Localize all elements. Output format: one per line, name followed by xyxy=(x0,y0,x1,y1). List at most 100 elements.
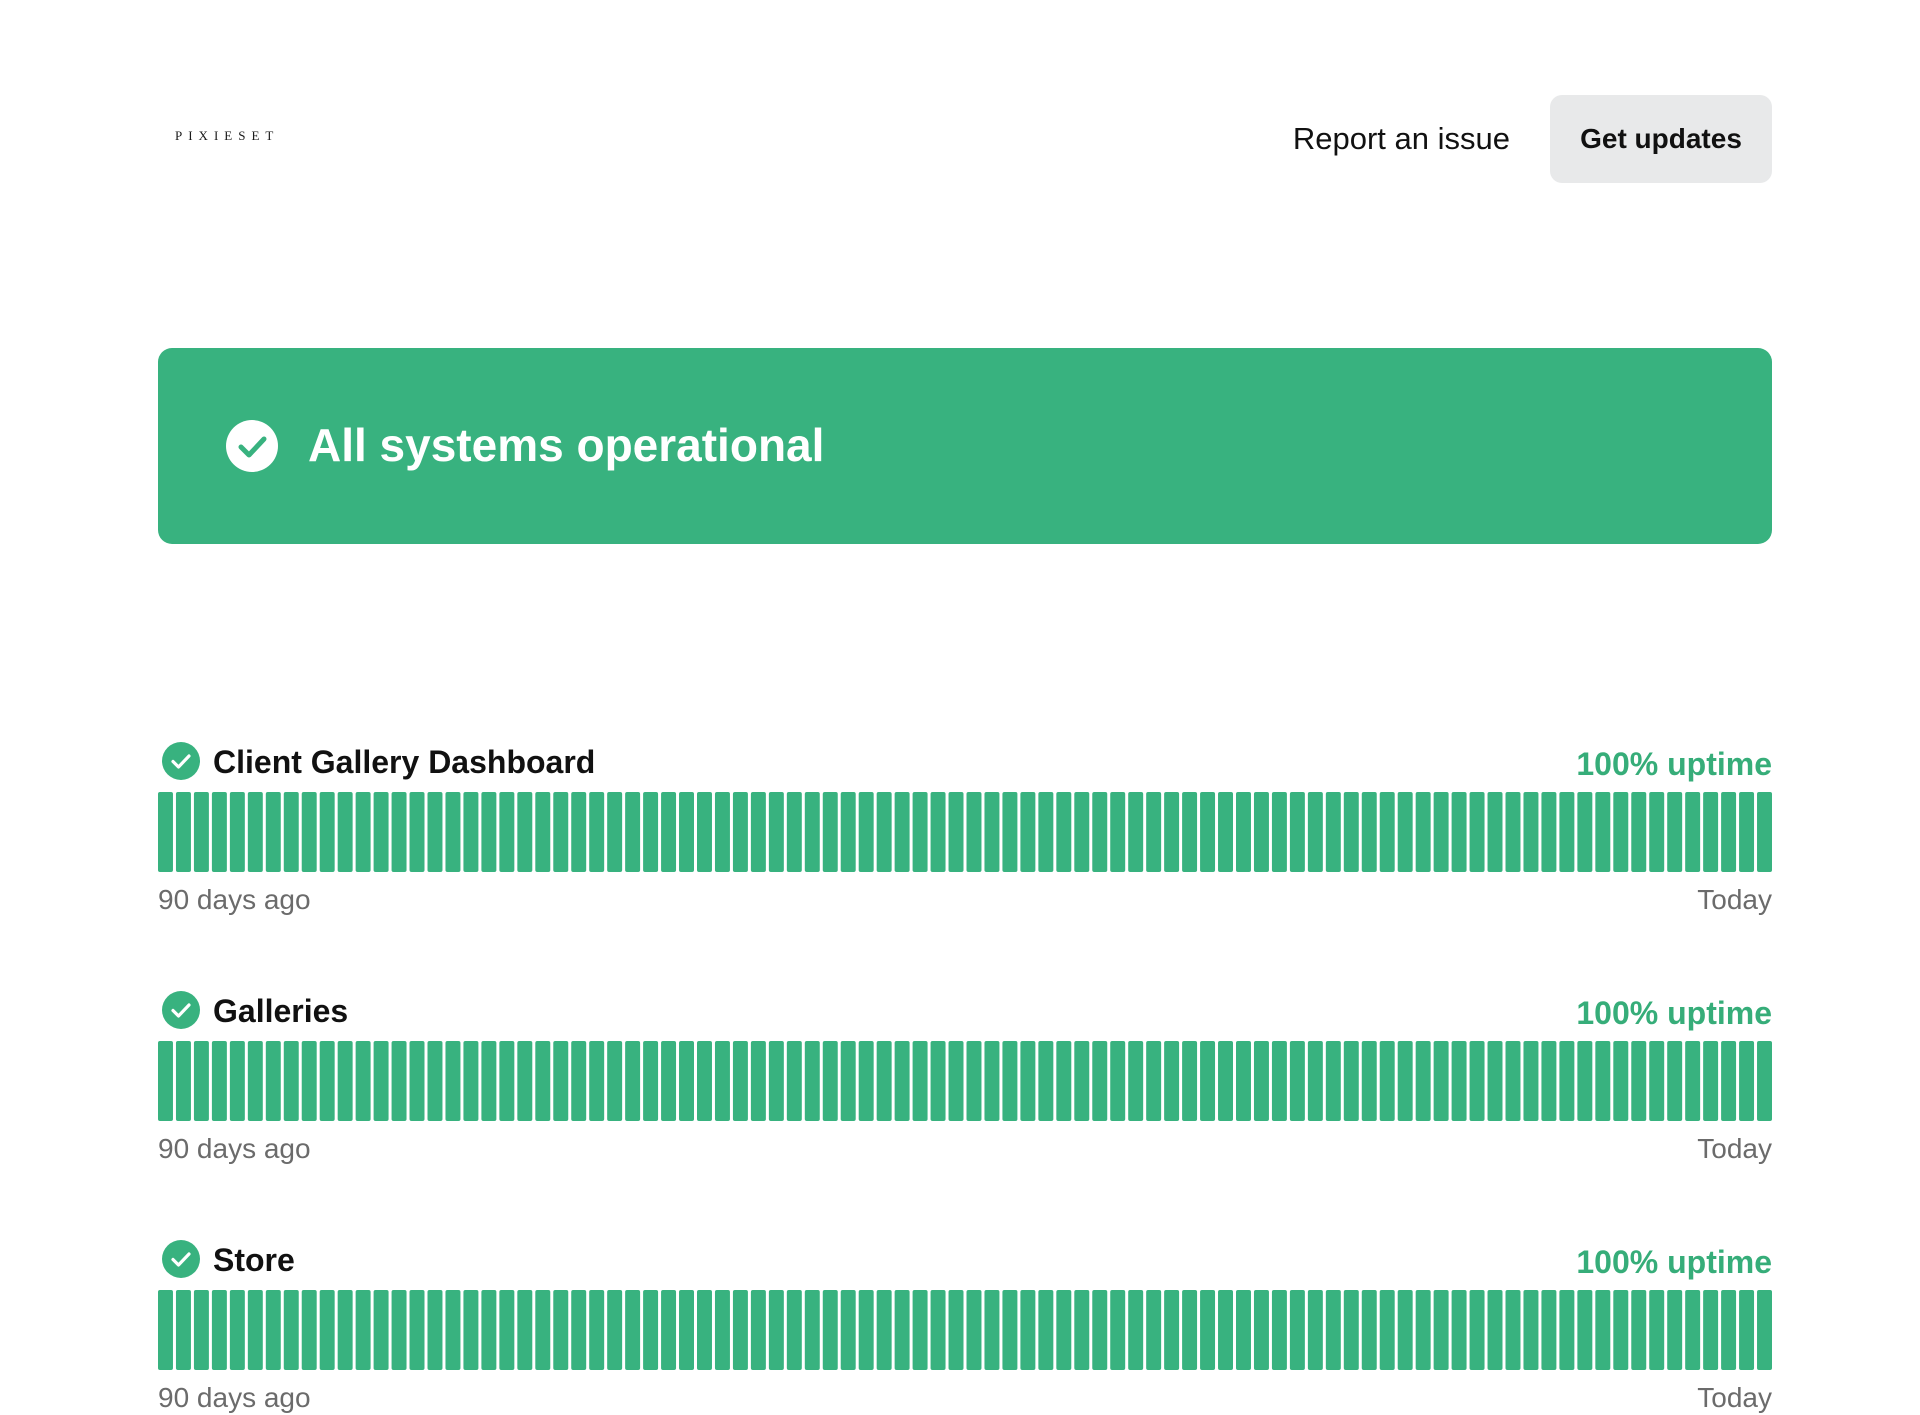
uptime-day-bar[interactable] xyxy=(1146,1290,1162,1370)
uptime-day-bar[interactable] xyxy=(1469,1290,1485,1370)
uptime-day-bar[interactable] xyxy=(1271,1290,1287,1370)
uptime-day-bar[interactable] xyxy=(553,1041,569,1121)
uptime-day-bar[interactable] xyxy=(930,1041,946,1121)
uptime-day-bar[interactable] xyxy=(391,1041,407,1121)
uptime-day-bar[interactable] xyxy=(1164,792,1180,872)
uptime-day-bar[interactable] xyxy=(607,1041,623,1121)
uptime-day-bar[interactable] xyxy=(1218,792,1233,872)
uptime-day-bar[interactable] xyxy=(840,1290,856,1370)
uptime-day-bar[interactable] xyxy=(679,1290,694,1370)
uptime-day-bar[interactable] xyxy=(1074,1290,1090,1370)
uptime-day-bar[interactable] xyxy=(930,1290,946,1370)
uptime-day-bar[interactable] xyxy=(679,792,694,872)
uptime-day-bar[interactable] xyxy=(894,1290,910,1370)
uptime-day-bar[interactable] xyxy=(714,1041,730,1121)
uptime-day-bar[interactable] xyxy=(661,1290,677,1370)
uptime-day-bar[interactable] xyxy=(984,1041,1000,1121)
uptime-day-bar[interactable] xyxy=(732,1041,748,1121)
uptime-day-bar[interactable] xyxy=(247,1041,263,1121)
uptime-day-bar[interactable] xyxy=(750,1290,766,1370)
uptime-day-bar[interactable] xyxy=(1182,1041,1198,1121)
uptime-day-bar[interactable] xyxy=(463,1290,479,1370)
uptime-day-bar[interactable] xyxy=(1577,792,1593,872)
uptime-day-bar[interactable] xyxy=(463,1041,479,1121)
uptime-day-bar[interactable] xyxy=(1379,1290,1395,1370)
uptime-day-bar[interactable] xyxy=(373,792,389,872)
uptime-day-bar[interactable] xyxy=(1325,1290,1341,1370)
uptime-day-bar[interactable] xyxy=(1631,792,1647,872)
uptime-day-bar[interactable] xyxy=(1289,1290,1305,1370)
uptime-day-bar[interactable] xyxy=(643,1290,659,1370)
uptime-day-bar[interactable] xyxy=(1703,1290,1719,1370)
uptime-day-bar[interactable] xyxy=(1577,1290,1593,1370)
uptime-day-bar[interactable] xyxy=(966,1041,982,1121)
uptime-day-bar[interactable] xyxy=(1649,792,1665,872)
uptime-day-bar[interactable] xyxy=(1146,1041,1162,1121)
report-issue-link[interactable]: Report an issue xyxy=(1293,121,1510,157)
uptime-day-bar[interactable] xyxy=(1559,1041,1575,1121)
uptime-day-bar[interactable] xyxy=(1002,1041,1018,1121)
uptime-day-bar[interactable] xyxy=(1182,792,1198,872)
uptime-day-bar[interactable] xyxy=(481,1041,497,1121)
uptime-day-bar[interactable] xyxy=(1128,792,1144,872)
uptime-day-bar[interactable] xyxy=(732,1290,748,1370)
uptime-day-bar[interactable] xyxy=(948,1290,964,1370)
uptime-day-bar[interactable] xyxy=(445,1041,461,1121)
uptime-day-bar[interactable] xyxy=(1271,1041,1287,1121)
uptime-day-bar[interactable] xyxy=(697,792,712,872)
uptime-day-bar[interactable] xyxy=(158,1041,173,1121)
uptime-day-bar[interactable] xyxy=(1218,1041,1233,1121)
uptime-day-bar[interactable] xyxy=(1289,1041,1305,1121)
uptime-day-bar[interactable] xyxy=(1236,1041,1251,1121)
uptime-day-bar[interactable] xyxy=(697,1290,712,1370)
uptime-day-bar[interactable] xyxy=(876,1290,892,1370)
uptime-day-bar[interactable] xyxy=(463,792,479,872)
uptime-day-bar[interactable] xyxy=(1182,1290,1198,1370)
uptime-day-bar[interactable] xyxy=(211,1290,227,1370)
uptime-day-bar[interactable] xyxy=(1613,1290,1629,1370)
uptime-day-bar[interactable] xyxy=(1469,1041,1485,1121)
uptime-day-bar[interactable] xyxy=(661,1041,677,1121)
uptime-day-bar[interactable] xyxy=(822,792,838,872)
uptime-day-bar[interactable] xyxy=(445,1290,461,1370)
uptime-day-bar[interactable] xyxy=(1433,1041,1449,1121)
uptime-day-bar[interactable] xyxy=(319,1041,335,1121)
uptime-day-bar[interactable] xyxy=(1307,1290,1323,1370)
uptime-day-bar[interactable] xyxy=(301,1041,317,1121)
uptime-day-bar[interactable] xyxy=(553,792,569,872)
uptime-day-bar[interactable] xyxy=(1667,792,1683,872)
uptime-day-bar[interactable] xyxy=(732,792,748,872)
uptime-day-bar[interactable] xyxy=(786,1290,802,1370)
uptime-day-bar[interactable] xyxy=(1559,1290,1575,1370)
uptime-day-bar[interactable] xyxy=(175,1290,191,1370)
uptime-day-bar[interactable] xyxy=(1038,792,1054,872)
uptime-day-bar[interactable] xyxy=(607,1290,623,1370)
uptime-day-bar[interactable] xyxy=(697,1041,712,1121)
uptime-day-bar[interactable] xyxy=(1685,1290,1701,1370)
uptime-day-bar[interactable] xyxy=(1236,1290,1251,1370)
uptime-day-bar[interactable] xyxy=(535,1041,551,1121)
uptime-day-bar[interactable] xyxy=(265,792,281,872)
uptime-day-bar[interactable] xyxy=(930,792,946,872)
uptime-day-bar[interactable] xyxy=(1613,1041,1629,1121)
uptime-day-bar[interactable] xyxy=(1703,792,1719,872)
uptime-day-bar[interactable] xyxy=(1559,792,1575,872)
uptime-day-bar[interactable] xyxy=(768,1041,784,1121)
uptime-day-bar[interactable] xyxy=(966,1290,982,1370)
uptime-day-bar[interactable] xyxy=(1541,1290,1557,1370)
uptime-day-bar[interactable] xyxy=(625,792,641,872)
uptime-day-bar[interactable] xyxy=(1074,1041,1090,1121)
uptime-day-bar[interactable] xyxy=(858,792,874,872)
uptime-day-bar[interactable] xyxy=(1038,1290,1054,1370)
uptime-day-bar[interactable] xyxy=(337,1041,353,1121)
uptime-day-bar[interactable] xyxy=(679,1041,694,1121)
uptime-day-bar[interactable] xyxy=(193,1290,209,1370)
uptime-day-bar[interactable] xyxy=(1721,1290,1737,1370)
uptime-day-bar[interactable] xyxy=(1361,1041,1377,1121)
uptime-day-bar[interactable] xyxy=(643,792,659,872)
uptime-day-bar[interactable] xyxy=(283,1041,299,1121)
uptime-day-bar[interactable] xyxy=(481,792,497,872)
uptime-day-bar[interactable] xyxy=(1325,792,1341,872)
uptime-day-bar[interactable] xyxy=(1056,792,1072,872)
uptime-day-bar[interactable] xyxy=(948,792,964,872)
